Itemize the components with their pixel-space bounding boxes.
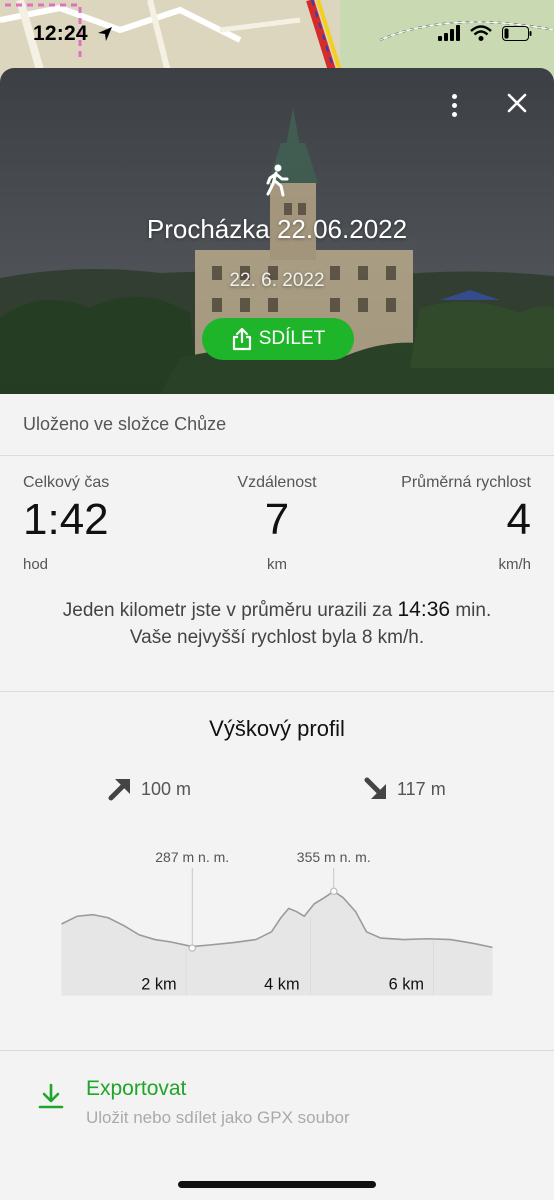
hero-header: Procházka 22.06.2022 22. 6. 2022 SDÍLET — [0, 68, 554, 394]
x-tick-4km: 4 km — [264, 975, 299, 993]
status-time: 12:24 — [33, 22, 88, 45]
stat-label: Celkový čas — [23, 474, 110, 491]
signal-icon — [438, 25, 460, 41]
ascent-value: 100 m — [141, 778, 192, 799]
dot — [451, 102, 457, 108]
stat-value: 7 — [264, 495, 290, 544]
folder-text: Uloženo ve složce Chůze — [23, 414, 227, 434]
home-indicator[interactable] — [178, 1181, 376, 1188]
status-bar: 12:24 — [0, 0, 554, 70]
min-point — [188, 944, 196, 952]
close-icon[interactable] — [502, 88, 532, 118]
export-subtitle: Uložit nebo sdílet jako GPX soubor — [86, 1108, 350, 1127]
max-elevation-label: 355 m n. m. — [297, 849, 371, 865]
wifi-icon — [470, 25, 492, 41]
export-title: Exportovat — [86, 1077, 187, 1100]
more-options-button[interactable] — [442, 90, 466, 120]
stat-unit: hod — [23, 556, 49, 573]
pace-summary: Jeden kilometr jste v průměru urazili za… — [0, 576, 554, 692]
x-tick-2km: 2 km — [141, 975, 176, 993]
stat-label: Vzdálenost — [237, 474, 317, 491]
dot — [451, 93, 457, 99]
pace-line: Jeden kilometr jste v průměru urazili za… — [0, 596, 554, 624]
export-row[interactable]: Exportovat Uložit nebo sdílet jako GPX s… — [0, 1050, 554, 1180]
descent-value: 117 m — [397, 778, 446, 799]
share-label: SDÍLET — [258, 328, 326, 349]
stats-row: Celkový čas 1:42 hod Vzdálenost 7 km Prů… — [0, 456, 554, 576]
min-elevation-label: 287 m n. m. — [155, 849, 229, 865]
pace-prefix: Jeden kilometr jste v průměru urazili za — [62, 600, 393, 621]
arrow-down-right-icon — [364, 777, 386, 799]
x-tick-6km: 6 km — [389, 975, 424, 993]
elevation-chart: 287 m n. m. 355 m n. m. 2 km 4 km 6 km — [61, 849, 493, 996]
max-speed-line: Vaše nejvyšší rychlost byla 8 km/h. — [129, 627, 425, 648]
share-icon — [232, 327, 251, 351]
stat-value: 1:42 — [23, 495, 109, 544]
stat-total-time: Celkový čas 1:42 hod — [23, 474, 109, 573]
descent-indicator: 117 m — [363, 776, 446, 802]
location-arrow-icon — [98, 27, 112, 41]
ascent-indicator: 100 m — [107, 776, 191, 802]
stat-avg-speed: Průměrná rychlost 4 km/h — [401, 474, 531, 573]
stat-unit: km/h — [498, 556, 531, 573]
arrow-up-right-icon — [108, 779, 130, 801]
share-button[interactable]: SDÍLET — [202, 318, 354, 360]
stat-label: Průměrná rychlost — [401, 474, 531, 491]
stat-value: 4 — [506, 495, 531, 544]
elevation-profile-title: Výškový profil — [209, 716, 345, 741]
activity-date: 22. 6. 2022 — [229, 270, 325, 291]
pace-value: 14:36 — [397, 598, 451, 621]
walking-icon — [266, 164, 289, 197]
battery-icon — [502, 25, 532, 41]
download-icon — [38, 1083, 64, 1109]
dot — [451, 111, 457, 117]
max-point — [330, 887, 338, 896]
stat-unit: km — [267, 556, 287, 573]
pace-suffix: min. — [455, 600, 492, 621]
stat-distance: Vzdálenost 7 km — [232, 474, 322, 573]
activity-title: Procházka 22.06.2022 — [146, 214, 408, 244]
folder-info[interactable]: Uloženo ve složce Chůze — [0, 394, 554, 456]
